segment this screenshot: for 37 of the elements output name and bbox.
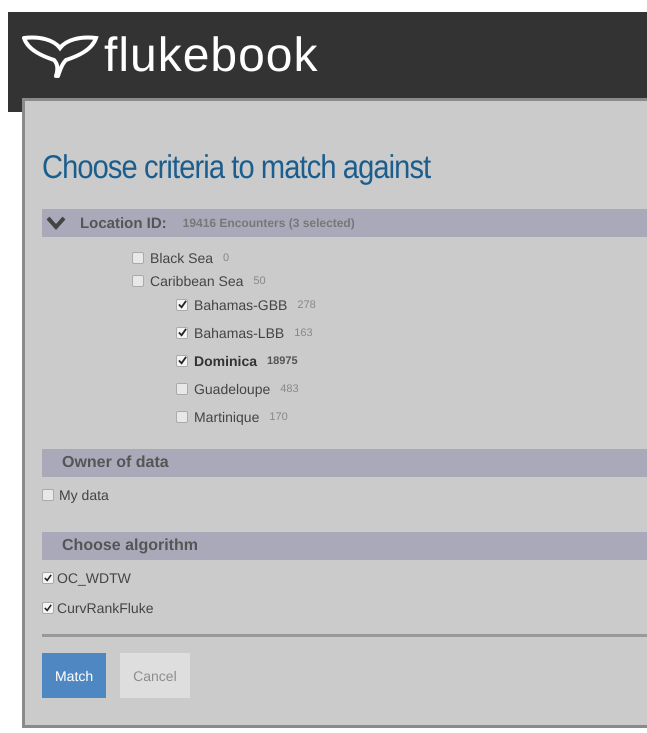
checkbox[interactable] <box>176 410 188 422</box>
whale-tail-icon <box>20 34 100 78</box>
chevron-down-icon[interactable] <box>46 216 66 230</box>
encounter-summary: 19416 Encounters (3 selected) <box>182 216 355 230</box>
match-button[interactable]: Match <box>42 653 106 698</box>
option-label: OC_WDTW <box>57 570 131 586</box>
location-name: Caribbean Sea <box>150 273 244 289</box>
location-name: Black Sea <box>150 250 214 266</box>
logo-text: flukebook <box>104 30 318 82</box>
encounter-count: 0 <box>223 252 230 264</box>
checkbox[interactable] <box>132 275 144 287</box>
checkbox[interactable] <box>176 354 188 366</box>
section-title: Location ID: <box>79 214 167 232</box>
checkbox[interactable] <box>42 489 54 501</box>
checkbox[interactable] <box>176 326 188 338</box>
encounter-count: 170 <box>269 410 288 422</box>
checkbox[interactable] <box>132 252 144 264</box>
checkbox[interactable] <box>42 572 54 584</box>
encounter-count: 18975 <box>267 354 298 366</box>
section-title: Owner of data <box>61 454 169 472</box>
section-header[interactable]: Location ID: 19416 Encounters (3 selected) <box>42 209 647 237</box>
checkbox[interactable] <box>176 382 188 394</box>
option-label: My data <box>59 487 109 503</box>
checkbox[interactable] <box>42 602 54 614</box>
encounter-count: 50 <box>253 275 266 287</box>
location-name: Bahamas-GBB <box>194 296 288 312</box>
checkbox[interactable] <box>176 298 188 310</box>
encounter-count: 483 <box>280 382 299 394</box>
location-name: Martinique <box>194 408 260 424</box>
section-title: Choose algorithm <box>61 537 198 555</box>
location-name: Dominica <box>194 352 258 368</box>
encounter-count: 278 <box>297 298 316 310</box>
location-name: Bahamas-LBB <box>194 324 284 340</box>
dialog-title: Choose criteria to match against <box>42 147 432 187</box>
location-name: Guadeloupe <box>194 380 270 396</box>
encounter-count: 163 <box>294 326 313 338</box>
option-label: CurvRankFluke <box>57 600 154 616</box>
